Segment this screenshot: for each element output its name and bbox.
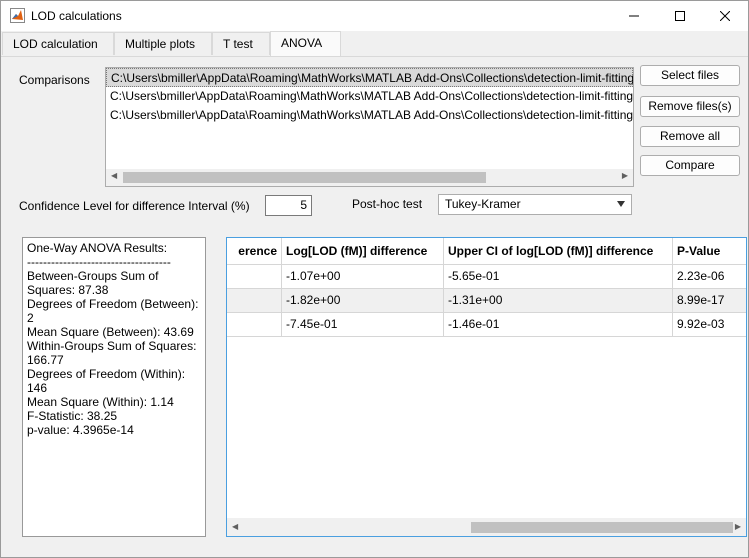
posthoc-test-label: Post-hoc test: [352, 197, 423, 211]
table-cell: 9.92e-03: [677, 317, 725, 331]
chevron-down-icon: [617, 201, 625, 207]
list-item[interactable]: C:\Users\bmiller\AppData\Roaming\MathWor…: [106, 87, 633, 106]
app-window: LOD calculations LOD calculation Multipl…: [0, 0, 749, 558]
minimize-icon: [629, 15, 639, 17]
tab-multiple-plots[interactable]: Multiple plots: [114, 32, 212, 55]
remove-all-button[interactable]: Remove all: [640, 126, 740, 147]
compare-button[interactable]: Compare: [640, 155, 740, 176]
remove-files-button[interactable]: Remove files(s): [640, 96, 740, 117]
table-row[interactable]: -1.07e+00 -5.65e-01 2.23e-06: [227, 265, 746, 289]
table-horizontal-scrollbar[interactable]: ◀ ▶: [227, 518, 746, 536]
posthoc-selected-value: Tukey-Kramer: [445, 197, 521, 211]
table-row[interactable]: -7.45e-01 -1.46e-01 9.92e-03: [227, 313, 746, 337]
tab-t-test[interactable]: T test: [212, 32, 270, 55]
posthoc-test-dropdown[interactable]: Tukey-Kramer: [438, 194, 632, 215]
scroll-right-icon[interactable]: ▶: [735, 522, 741, 531]
column-header[interactable]: Upper CI of log[LOD (fM)] difference: [444, 238, 673, 264]
results-line: Mean Square (Between): 43.69: [27, 325, 194, 339]
posthoc-results-table[interactable]: erence Log[LOD (fM)] difference Upper CI…: [226, 237, 747, 537]
table-header-row: erence Log[LOD (fM)] difference Upper CI…: [227, 238, 746, 265]
scroll-left-icon[interactable]: ◀: [232, 522, 238, 531]
table-cell: -1.46e-01: [444, 313, 673, 336]
table-cell: -7.45e-01: [282, 313, 444, 336]
table-cell: [227, 313, 282, 336]
close-icon: [720, 11, 730, 21]
scroll-right-icon[interactable]: ▶: [622, 171, 628, 180]
title-bar: LOD calculations: [1, 1, 748, 31]
list-item[interactable]: C:\Users\bmiller\AppData\Roaming\MathWor…: [106, 106, 633, 125]
window-title: LOD calculations: [31, 9, 122, 23]
results-line: F-Statistic: 38.25: [27, 409, 118, 423]
listbox-horizontal-scrollbar[interactable]: ◀ ▶: [106, 169, 633, 186]
select-files-button[interactable]: Select files: [640, 65, 740, 86]
table-cell: -1.31e+00: [444, 289, 673, 312]
confidence-level-field[interactable]: 5: [265, 195, 312, 216]
tab-anova[interactable]: ANOVA: [270, 31, 341, 56]
comparisons-label: Comparisons: [19, 73, 90, 87]
table-cell: -1.07e+00: [282, 265, 444, 288]
minimize-button[interactable]: [611, 1, 657, 31]
scrollbar-thumb[interactable]: [123, 172, 486, 183]
close-button[interactable]: [702, 1, 748, 31]
tab-lod-calculation[interactable]: LOD calculation: [2, 32, 114, 55]
column-header[interactable]: P-Value: [673, 238, 746, 264]
column-header[interactable]: erence: [227, 238, 282, 264]
results-line: p-value: 4.3965e-14: [27, 423, 134, 437]
scroll-left-icon[interactable]: ◀: [111, 171, 117, 180]
table-row[interactable]: -1.82e+00 -1.31e+00 8.99e-17: [227, 289, 746, 313]
table-cell: 2.23e-06: [677, 269, 725, 283]
anova-panel: Comparisons C:\Users\bmiller\AppData\Roa…: [1, 57, 748, 557]
matlab-logo-icon: [10, 8, 25, 23]
results-line: ------------------------------------: [27, 255, 171, 269]
table-cell: [227, 265, 282, 288]
list-item[interactable]: C:\Users\bmiller\AppData\Roaming\MathWor…: [106, 68, 633, 87]
table-cell: 8.99e-17: [677, 293, 725, 307]
results-line: Degrees of Freedom (Within): 146: [27, 367, 189, 395]
results-line: Degrees of Freedom (Between): 2: [27, 297, 202, 325]
results-line: Within-Groups Sum of Squares: 166.77: [27, 339, 200, 367]
maximize-icon: [675, 11, 685, 21]
scrollbar-thumb[interactable]: [471, 522, 733, 533]
maximize-button[interactable]: [657, 1, 703, 31]
results-line: Mean Square (Within): 1.14: [27, 395, 174, 409]
results-line: Between-Groups Sum of Squares: 87.38: [27, 269, 162, 297]
results-line: One-Way ANOVA Results:: [27, 241, 168, 255]
table-cell: -1.82e+00: [282, 289, 444, 312]
table-cell: -5.65e-01: [444, 265, 673, 288]
comparisons-listbox[interactable]: C:\Users\bmiller\AppData\Roaming\MathWor…: [105, 67, 634, 187]
anova-results-textarea[interactable]: One-Way ANOVA Results: -----------------…: [22, 237, 206, 537]
column-header[interactable]: Log[LOD (fM)] difference: [282, 238, 444, 264]
confidence-level-label: Confidence Level for difference Interval…: [19, 199, 250, 213]
table-cell: [227, 289, 282, 312]
tab-bar: LOD calculation Multiple plots T test AN…: [1, 31, 748, 57]
